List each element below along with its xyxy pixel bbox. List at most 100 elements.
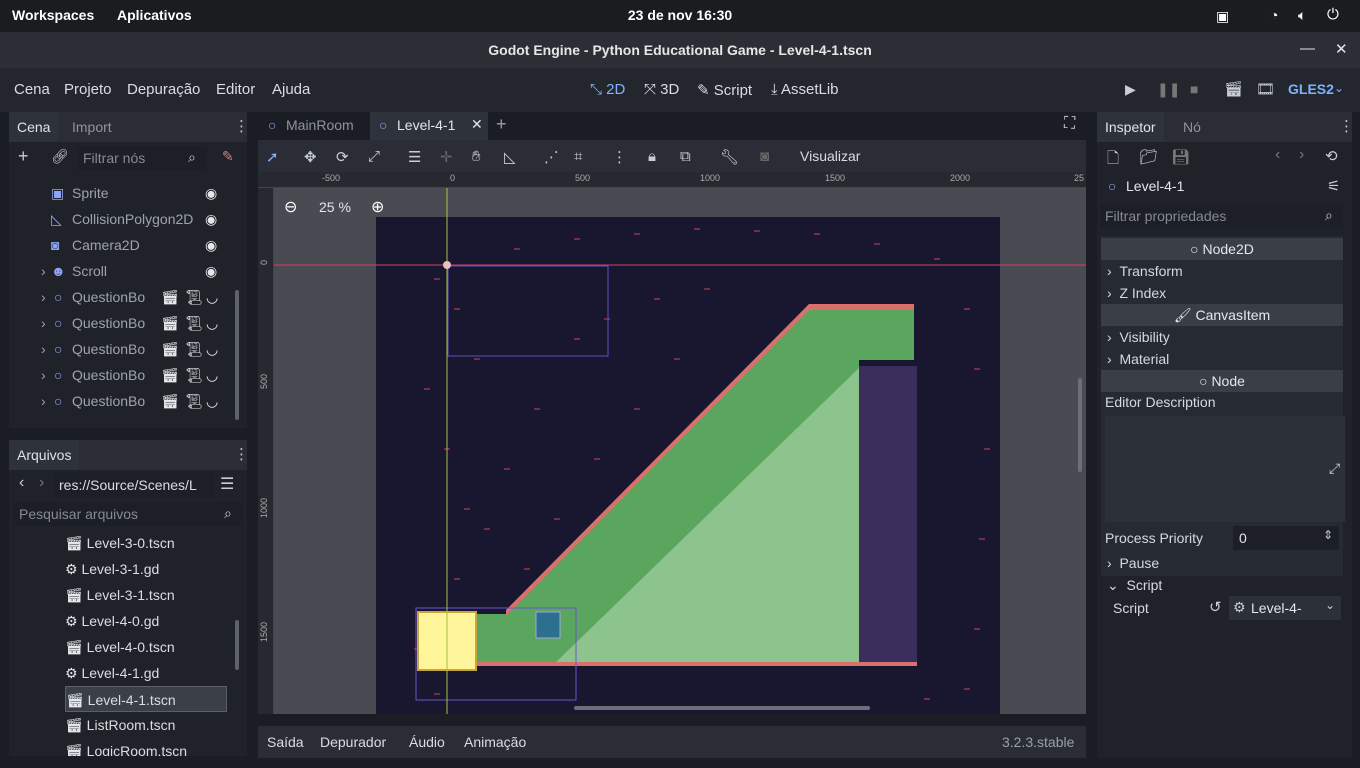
- menu-project[interactable]: Projeto: [64, 81, 112, 98]
- hidden-eye-icon[interactable]: ◡: [206, 388, 218, 414]
- snap-icon[interactable]: ⋰: [544, 148, 559, 166]
- workspace-script-button[interactable]: ✎ Script: [697, 81, 752, 99]
- visibility-eye-icon[interactable]: ◉: [205, 232, 217, 258]
- property-filter-input[interactable]: Filtrar propriedades ⌕: [1101, 204, 1343, 228]
- tab-node[interactable]: Nó: [1175, 112, 1209, 142]
- script-resource-picker[interactable]: ⚙ Level-4- ⌄: [1229, 596, 1341, 620]
- file-item[interactable]: 🎬︎ Level-3-1.tscn: [65, 582, 175, 608]
- pause-icon[interactable]: ❚❚: [1157, 81, 1180, 98]
- zoom-in-icon[interactable]: ⊕: [371, 197, 384, 217]
- reset-icon[interactable]: ↺: [1209, 598, 1222, 616]
- script-icon[interactable]: 📜︎: [185, 336, 203, 362]
- file-search-input[interactable]: Pesquisar arquivos ⌕: [13, 502, 243, 526]
- camera-override-icon[interactable]: ◙: [760, 148, 769, 165]
- visibility-eye-icon[interactable]: ◉: [205, 258, 217, 284]
- add-tab-icon[interactable]: +: [496, 114, 507, 135]
- hidden-eye-icon[interactable]: ◡: [206, 362, 218, 388]
- file-list-scrollbar[interactable]: [235, 620, 239, 670]
- open-scene-icon[interactable]: 🎬︎: [161, 284, 179, 310]
- close-tab-icon[interactable]: ✕: [471, 116, 483, 133]
- tab-scene[interactable]: Cena: [9, 112, 59, 142]
- chevron-right-icon[interactable]: ›: [41, 362, 46, 388]
- spin-arrows-icon[interactable]: ⇕: [1323, 528, 1333, 542]
- tab-level-4-1[interactable]: ○ Level-4-1 ✕: [370, 112, 488, 140]
- open-scene-icon[interactable]: 🎬︎: [161, 336, 179, 362]
- folder-icon[interactable]: 📁︎: [1139, 148, 1158, 166]
- rotate-tool-icon[interactable]: ⟳: [336, 148, 349, 166]
- stop-icon[interactable]: ■: [1190, 81, 1198, 97]
- workspace-3d-button[interactable]: ⤧ 3D: [644, 81, 679, 98]
- file-item[interactable]: ⚙ Level-4-1.gd: [65, 660, 159, 686]
- ruler-tool-icon[interactable]: ◺: [504, 148, 516, 166]
- transform-group[interactable]: › Transform: [1107, 260, 1341, 282]
- pan-tool-icon[interactable]: ✋︎: [472, 148, 481, 165]
- canvas-viewport[interactable]: -500 0 500 1000 1500 2000 25 0 500 1000 …: [258, 172, 1086, 714]
- workspace-assetlib-button[interactable]: ⤓ AssetLib: [771, 81, 839, 98]
- menu-help[interactable]: Ajuda: [272, 81, 310, 98]
- tree-row-camera2d[interactable]: ◙ Camera2D ◉: [9, 232, 241, 258]
- list-select-icon[interactable]: ☰: [408, 148, 421, 166]
- hidden-eye-icon[interactable]: ◡: [206, 284, 218, 310]
- screen-icon[interactable]: ▣: [1216, 8, 1229, 25]
- lock-icon[interactable]: 🔒︎: [648, 148, 656, 165]
- volume-icon[interactable]: 🔈︎: [1298, 7, 1306, 24]
- tab-mainroom[interactable]: ○ MainRoom: [258, 112, 368, 140]
- add-node-icon[interactable]: +: [18, 146, 29, 167]
- script-group[interactable]: ⌄ Script: [1107, 574, 1341, 596]
- history-back-icon[interactable]: ‹: [1275, 146, 1280, 164]
- script-icon[interactable]: 📜︎: [185, 388, 203, 414]
- minimize-icon[interactable]: —: [1300, 40, 1315, 57]
- split-view-icon[interactable]: ☰: [220, 474, 234, 494]
- open-scene-icon[interactable]: 🎬︎: [161, 310, 179, 336]
- visibility-eye-icon[interactable]: ◉: [205, 180, 217, 206]
- tree-row-sprite[interactable]: ▣ Sprite ◉: [9, 180, 241, 206]
- script-icon[interactable]: 📜︎: [185, 284, 203, 310]
- renderer-select[interactable]: GLES2: [1288, 81, 1334, 97]
- visibility-eye-icon[interactable]: ◉: [205, 206, 217, 232]
- chevron-right-icon[interactable]: ›: [41, 310, 46, 336]
- expand-icon[interactable]: ⤢: [1329, 460, 1340, 477]
- history-icon[interactable]: ⟲: [1325, 147, 1338, 165]
- fullscreen-icon[interactable]: ⛶: [1064, 115, 1075, 133]
- script-attach-icon[interactable]: ✎: [222, 148, 234, 165]
- file-item[interactable]: ⚙ Level-3-1.gd: [65, 556, 159, 582]
- zoom-out-icon[interactable]: ⊖: [284, 197, 297, 217]
- material-group[interactable]: › Material: [1107, 348, 1341, 370]
- tab-import[interactable]: Import: [64, 112, 120, 142]
- wifi-icon[interactable]: ◔: [1270, 7, 1278, 23]
- new-resource-icon[interactable]: 🗋︎: [1107, 148, 1119, 173]
- canvas-v-scrollbar[interactable]: [1078, 378, 1082, 472]
- tab-inspector[interactable]: Inspetor: [1097, 112, 1164, 142]
- chevron-down-icon[interactable]: ⌄: [1334, 81, 1344, 95]
- forward-arrow-icon[interactable]: ›: [39, 474, 44, 492]
- scene-tree-scrollbar[interactable]: [235, 290, 239, 420]
- hidden-eye-icon[interactable]: ◡: [206, 310, 218, 336]
- zindex-group[interactable]: › Z Index: [1107, 282, 1341, 304]
- chevron-right-icon[interactable]: ›: [41, 336, 46, 362]
- tree-row-scroll[interactable]: › ☻ Scroll ◉: [9, 258, 241, 284]
- open-scene-icon[interactable]: 🎬︎: [161, 362, 179, 388]
- file-item[interactable]: ⚙ Level-4-0.gd: [65, 608, 159, 634]
- script-icon[interactable]: 📜︎: [185, 310, 203, 336]
- workspace-2d-button[interactable]: ⤡ 2D: [590, 81, 625, 98]
- select-tool-icon[interactable]: ➚: [266, 148, 279, 166]
- tab-files[interactable]: Arquivos: [9, 440, 80, 470]
- more-options-icon[interactable]: ⋮: [612, 148, 627, 166]
- tab-output[interactable]: Saída: [267, 734, 304, 750]
- pause-group[interactable]: › Pause: [1107, 552, 1341, 574]
- open-scene-icon[interactable]: 🎬︎: [161, 388, 179, 414]
- tree-row-questionbox[interactable]: › ○ QuestionBo 🎬︎ 📜︎ ◡: [9, 284, 241, 310]
- skeleton-icon[interactable]: 🔧︎: [720, 148, 739, 166]
- file-item[interactable]: 🎬︎ Level-3-0.tscn: [65, 530, 175, 556]
- canvas-h-scrollbar[interactable]: [574, 706, 870, 710]
- play-scene-icon[interactable]: 🎬︎: [1224, 80, 1243, 98]
- visibility-group[interactable]: › Visibility: [1107, 326, 1341, 348]
- tree-row-collisionpolygon[interactable]: ◺ CollisionPolygon2D ◉: [9, 206, 241, 232]
- back-arrow-icon[interactable]: ‹: [19, 474, 24, 492]
- menu-debug[interactable]: Depuração: [127, 81, 200, 98]
- dock-menu-icon[interactable]: ⋮: [234, 445, 249, 463]
- grid-snap-icon[interactable]: ⌗: [574, 148, 582, 165]
- settings-sliders-icon[interactable]: ⚟: [1327, 177, 1340, 195]
- pivot-tool-icon[interactable]: ✛: [440, 148, 453, 166]
- zoom-level[interactable]: 25 %: [319, 199, 351, 215]
